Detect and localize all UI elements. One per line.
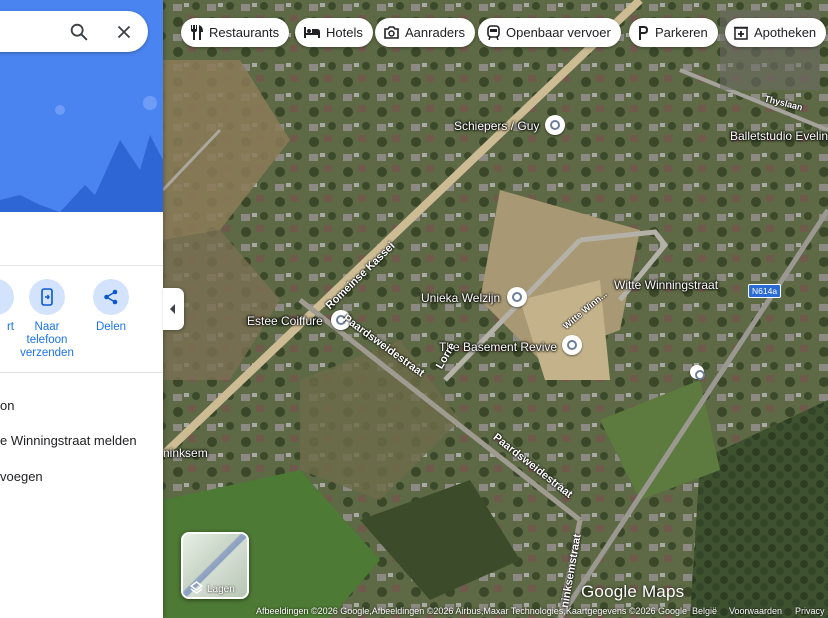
action-label: rt <box>6 321 14 333</box>
camera-icon <box>384 26 399 39</box>
search-bar[interactable] <box>0 11 148 52</box>
layers-button[interactable]: Lagen <box>181 532 249 599</box>
chip-parkeren[interactable]: Parkeren <box>629 18 718 47</box>
list-item[interactable]: on <box>0 398 14 413</box>
chip-label: Parkeren <box>655 25 708 40</box>
share-icon <box>93 279 129 315</box>
place-label: ninksem <box>163 446 208 460</box>
chevron-left-icon <box>170 304 175 314</box>
layers-icon <box>190 581 203 594</box>
search-icon[interactable] <box>68 21 90 43</box>
pharmacy-icon <box>734 26 748 40</box>
chip-openbaar-vervoer[interactable]: Openbaar vervoer <box>478 18 621 47</box>
send-to-phone-icon <box>29 279 65 315</box>
google-maps-logo: Google Maps <box>581 582 685 601</box>
chip-aanraders[interactable]: Aanraders <box>375 18 475 47</box>
place-label[interactable]: Unieka Welzijn <box>421 291 500 305</box>
selected-place-label[interactable]: Witte Winningstraat <box>614 278 718 292</box>
place-label[interactable]: Schiepers / Guy <box>454 119 539 133</box>
place-pin[interactable] <box>545 115 565 135</box>
divider <box>0 265 163 266</box>
place-pin[interactable] <box>507 287 527 307</box>
country-link[interactable]: België <box>692 606 717 616</box>
chip-label: Hotels <box>326 25 363 40</box>
place-details-panel: rt Naar telefoon verzenden Delen on e Wi… <box>0 0 163 618</box>
chip-label: Restaurants <box>209 25 280 40</box>
chip-label: Aanraders <box>405 25 465 40</box>
route-badge: N614a <box>748 284 782 298</box>
place-label[interactable]: Estee Coiffure <box>247 314 323 328</box>
restaurant-icon <box>191 25 203 40</box>
chip-restaurants[interactable]: Restaurants <box>181 18 290 47</box>
terms-link[interactable]: Voorwaarden <box>729 606 782 616</box>
transit-stop-icon[interactable] <box>690 365 705 380</box>
collapse-panel-button[interactable] <box>163 288 184 330</box>
route-icon <box>0 279 14 315</box>
parking-icon <box>639 25 648 40</box>
layers-label: Lagen <box>207 584 235 595</box>
add-item[interactable]: voegen <box>0 469 43 484</box>
privacy-link[interactable]: Privacy <box>795 606 825 616</box>
action-label: Naar telefoon verzenden <box>20 321 74 359</box>
place-label[interactable]: Balletstudio Eveline <box>730 129 828 143</box>
place-photo-header[interactable] <box>0 0 163 212</box>
transit-icon <box>487 25 500 40</box>
close-icon[interactable] <box>113 21 135 43</box>
chip-hotels[interactable]: Hotels <box>295 18 373 47</box>
share-button[interactable]: Delen <box>88 279 134 334</box>
action-label: Delen <box>95 321 127 333</box>
map-footer: Afbeeldingen ©2026 Google,Afbeeldingen ©… <box>252 605 828 618</box>
chip-label: Apotheken <box>754 25 817 40</box>
action-route-button[interactable]: rt <box>0 279 14 334</box>
hotel-icon <box>304 27 320 38</box>
chip-apotheken[interactable]: Apotheken <box>725 18 827 47</box>
place-pin[interactable] <box>562 335 582 355</box>
send-to-phone-button[interactable]: Naar telefoon verzenden <box>18 279 76 360</box>
chip-label: Openbaar vervoer <box>506 25 611 40</box>
attribution-text: Afbeeldingen ©2026 Google,Afbeeldingen ©… <box>256 606 688 616</box>
report-place-item[interactable]: e Winningstraat melden <box>0 433 137 448</box>
divider <box>0 372 163 373</box>
